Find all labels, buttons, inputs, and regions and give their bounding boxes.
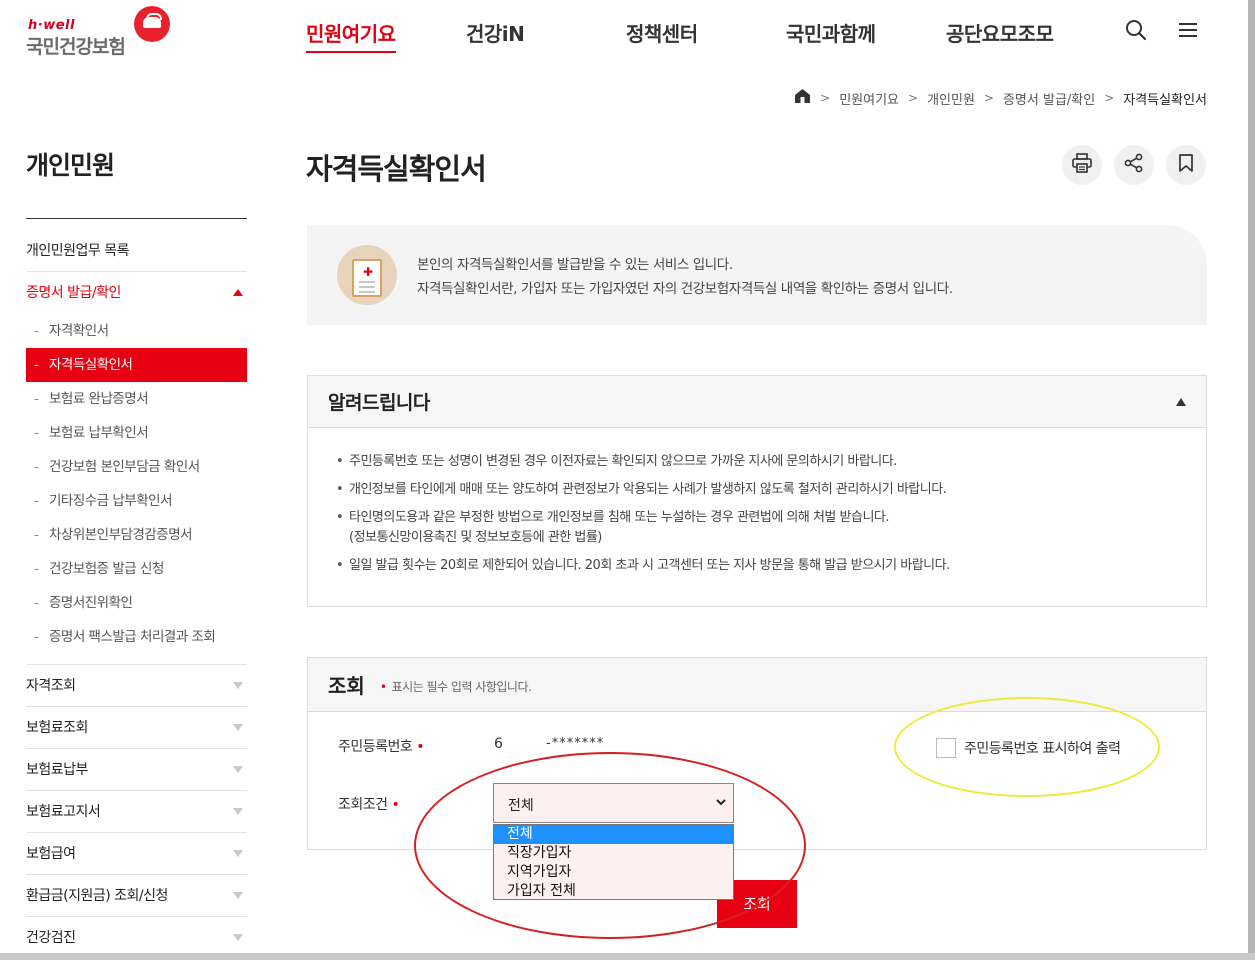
jumin-back-value: -******* bbox=[546, 736, 605, 751]
sidebar-item-label: 증명서 발급/확인 bbox=[26, 285, 121, 301]
sidebar-item-minwon-list[interactable]: 개인민원업무 목록 bbox=[26, 230, 247, 272]
query-header: 조회 • 표시는 필수 입력 사항입니다. bbox=[308, 658, 1206, 712]
breadcrumb-item[interactable]: 개인민원 bbox=[927, 89, 975, 108]
nav-item-health-in[interactable]: 건강iN bbox=[466, 18, 525, 47]
search-icon[interactable] bbox=[1124, 18, 1148, 42]
condition-options-list: 전체 직장가입자 지역가입자 가입자 전체 bbox=[493, 824, 734, 900]
print-button[interactable] bbox=[1062, 145, 1102, 185]
sidebar: 개인민원업무 목록 증명서 발급/확인 - 자격확인서 - 자격득실확인서 - 보험료… bbox=[26, 230, 247, 959]
show-jumin-checkbox[interactable] bbox=[936, 738, 956, 758]
sidebar-item-refund[interactable]: 환급금(지원금) 조회/신청 bbox=[26, 875, 247, 917]
notice-item: 주민등록번호 또는 성명이 변경된 경우 이전자료는 확인되지 않으므로 가까운… bbox=[336, 452, 950, 472]
notice-list: 주민등록번호 또는 성명이 변경된 경우 이전자료는 확인되지 않으므로 가까운… bbox=[336, 452, 950, 584]
sidebar-subitem[interactable]: - 차상위본인부담경감증명서 bbox=[26, 518, 247, 552]
condition-select[interactable]: 전체 bbox=[493, 783, 734, 823]
sidebar-item-premium-bill[interactable]: 보험료고지서 bbox=[26, 791, 247, 833]
condition-option[interactable]: 전체 bbox=[494, 825, 733, 844]
sidebar-title: 개인민원 bbox=[26, 151, 115, 180]
notice-panel: 알려드립니다 주민등록번호 또는 성명이 변경된 경우 이전자료는 확인되지 않… bbox=[307, 375, 1207, 607]
chevron-down-icon bbox=[233, 892, 243, 899]
window-edge bbox=[0, 953, 1255, 960]
chevron-down-icon bbox=[233, 724, 243, 731]
show-jumin-label: 주민등록번호 표시하여 출력 bbox=[964, 741, 1121, 757]
notice-header[interactable]: 알려드립니다 bbox=[308, 376, 1206, 428]
collapse-up-icon[interactable] bbox=[1176, 398, 1186, 406]
breadcrumb-item[interactable]: 증명서 발급/확인 bbox=[1003, 89, 1095, 108]
condition-label: 조회조건 • bbox=[338, 797, 400, 813]
sidebar-subitem[interactable]: - 보험료 완납증명서 bbox=[26, 382, 247, 416]
condition-option[interactable]: 직장가입자 bbox=[494, 844, 733, 863]
jumin-front-value[interactable]: 6 bbox=[494, 736, 503, 752]
chevron-up-icon bbox=[233, 289, 243, 296]
sidebar-item-certificate[interactable]: 증명서 발급/확인 bbox=[26, 272, 247, 314]
query-title: 조회 bbox=[328, 674, 365, 698]
bookmark-icon bbox=[1175, 152, 1197, 178]
breadcrumb-item[interactable]: 민원여기요 bbox=[839, 89, 899, 108]
condition-option[interactable]: 지역가입자 bbox=[494, 863, 733, 882]
page-title: 자격득실확인서 bbox=[306, 152, 487, 186]
chevron-down-icon bbox=[233, 766, 243, 773]
logo-mark-icon bbox=[134, 6, 170, 42]
sidebar-subitem[interactable]: - 건강보험 본인부담금 확인서 bbox=[26, 450, 247, 484]
condition-select-value: 전체 bbox=[508, 798, 534, 814]
notice-item: 타인명의도용과 같은 부정한 방법으로 개인정보를 침해 또는 누설하는 경우 … bbox=[336, 508, 950, 548]
service-intro-box: ✚ 본인의 자격득실확인서를 발급받을 수 있는 서비스 입니다. 자격득실확인… bbox=[307, 225, 1207, 325]
nav-item-with-citizens[interactable]: 국민과함께 bbox=[786, 18, 876, 47]
notice-title: 알려드립니다 bbox=[328, 392, 430, 414]
home-icon[interactable] bbox=[794, 88, 811, 108]
share-icon bbox=[1123, 152, 1145, 178]
show-jumin-checkbox-wrap[interactable]: 주민등록번호 표시하여 출력 bbox=[936, 738, 1121, 758]
sidebar-divider bbox=[26, 218, 247, 219]
sidebar-subitem[interactable]: - 증명서 팩스발급 처리결과 조회 bbox=[26, 620, 247, 654]
chevron-down-icon bbox=[233, 934, 243, 941]
certificate-document-icon: ✚ bbox=[337, 245, 397, 305]
sidebar-subitem-active[interactable]: - 자격득실확인서 bbox=[26, 348, 247, 382]
nav-item-about[interactable]: 공단요모조모 bbox=[946, 18, 1054, 47]
chevron-down-icon bbox=[233, 808, 243, 815]
condition-option[interactable]: 가입자 전체 bbox=[494, 882, 733, 901]
chevron-down-icon bbox=[233, 682, 243, 689]
breadcrumb-current: 자격득실확인서 bbox=[1123, 92, 1207, 108]
chevron-right-icon: > bbox=[983, 91, 994, 105]
share-button[interactable] bbox=[1114, 145, 1154, 185]
breadcrumb: > 민원여기요 > 개인민원 > 증명서 발급/확인 > 자격득실확인서 bbox=[794, 88, 1207, 108]
chevron-right-icon: > bbox=[908, 91, 919, 105]
sidebar-subitem[interactable]: - 보험료 납부확인서 bbox=[26, 416, 247, 450]
nav-item-policy-center[interactable]: 정책센터 bbox=[626, 18, 698, 47]
jumin-label: 주민등록번호 • bbox=[338, 739, 425, 755]
sidebar-subitem[interactable]: - 기타징수금 납부확인서 bbox=[26, 484, 247, 518]
sidebar-subitem[interactable]: - 자격확인서 bbox=[26, 314, 247, 348]
query-panel: 조회 • 표시는 필수 입력 사항입니다. 주민등록번호 • 6 -******* … bbox=[307, 657, 1207, 850]
print-icon bbox=[1071, 152, 1093, 178]
sidebar-subitem[interactable]: - 증명서진위확인 bbox=[26, 586, 247, 620]
sidebar-item-label: 개인민원업무 목록 bbox=[26, 243, 130, 259]
sidebar-item-eligibility[interactable]: 자격조회 bbox=[26, 665, 247, 707]
sidebar-submenu: - 자격확인서 - 자격득실확인서 - 보험료 완납증명서 - 보험료 납부확인서 -건… bbox=[26, 314, 247, 665]
window-edge bbox=[1248, 0, 1255, 960]
sidebar-item-benefits[interactable]: 보험급여 bbox=[26, 833, 247, 875]
site-logo[interactable]: h·well 국민건강보험 bbox=[26, 6, 176, 58]
intro-line: 자격득실확인서란, 가입자 또는 가입자였던 자의 건강보험자격득실 내역을 확… bbox=[417, 281, 953, 297]
hamburger-menu-icon[interactable] bbox=[1176, 18, 1200, 42]
chevron-right-icon: > bbox=[820, 91, 831, 105]
chevron-down-icon bbox=[233, 850, 243, 857]
required-note: • 표시는 필수 입력 사항입니다. bbox=[380, 680, 532, 694]
logo-tagline: h·well bbox=[28, 18, 75, 33]
notice-item: 일일 발급 횟수는 20회로 제한되어 있습니다. 20회 초과 시 고객센터 … bbox=[336, 556, 950, 576]
chevron-right-icon: > bbox=[1104, 91, 1115, 105]
sidebar-subitem[interactable]: - 건강보험증 발급 신청 bbox=[26, 552, 247, 586]
notice-item: 개인정보를 타인에게 매매 또는 양도하여 관련정보가 악용되는 사례가 발생하… bbox=[336, 480, 950, 500]
sidebar-item-premium-payment[interactable]: 보험료납부 bbox=[26, 749, 247, 791]
chevron-down-icon bbox=[715, 796, 727, 812]
intro-line: 본인의 자격득실확인서를 발급받을 수 있는 서비스 입니다. bbox=[417, 257, 733, 273]
logo-name: 국민건강보험 bbox=[26, 36, 126, 58]
sidebar-item-premium-inquiry[interactable]: 보험료조회 bbox=[26, 707, 247, 749]
bookmark-button[interactable] bbox=[1166, 145, 1206, 185]
notice-item-continuation: (정보통신망이용촉진 및 정보보호등에 관한 법률) bbox=[349, 530, 602, 545]
nav-item-minwon[interactable]: 민원여기요 bbox=[306, 18, 396, 53]
